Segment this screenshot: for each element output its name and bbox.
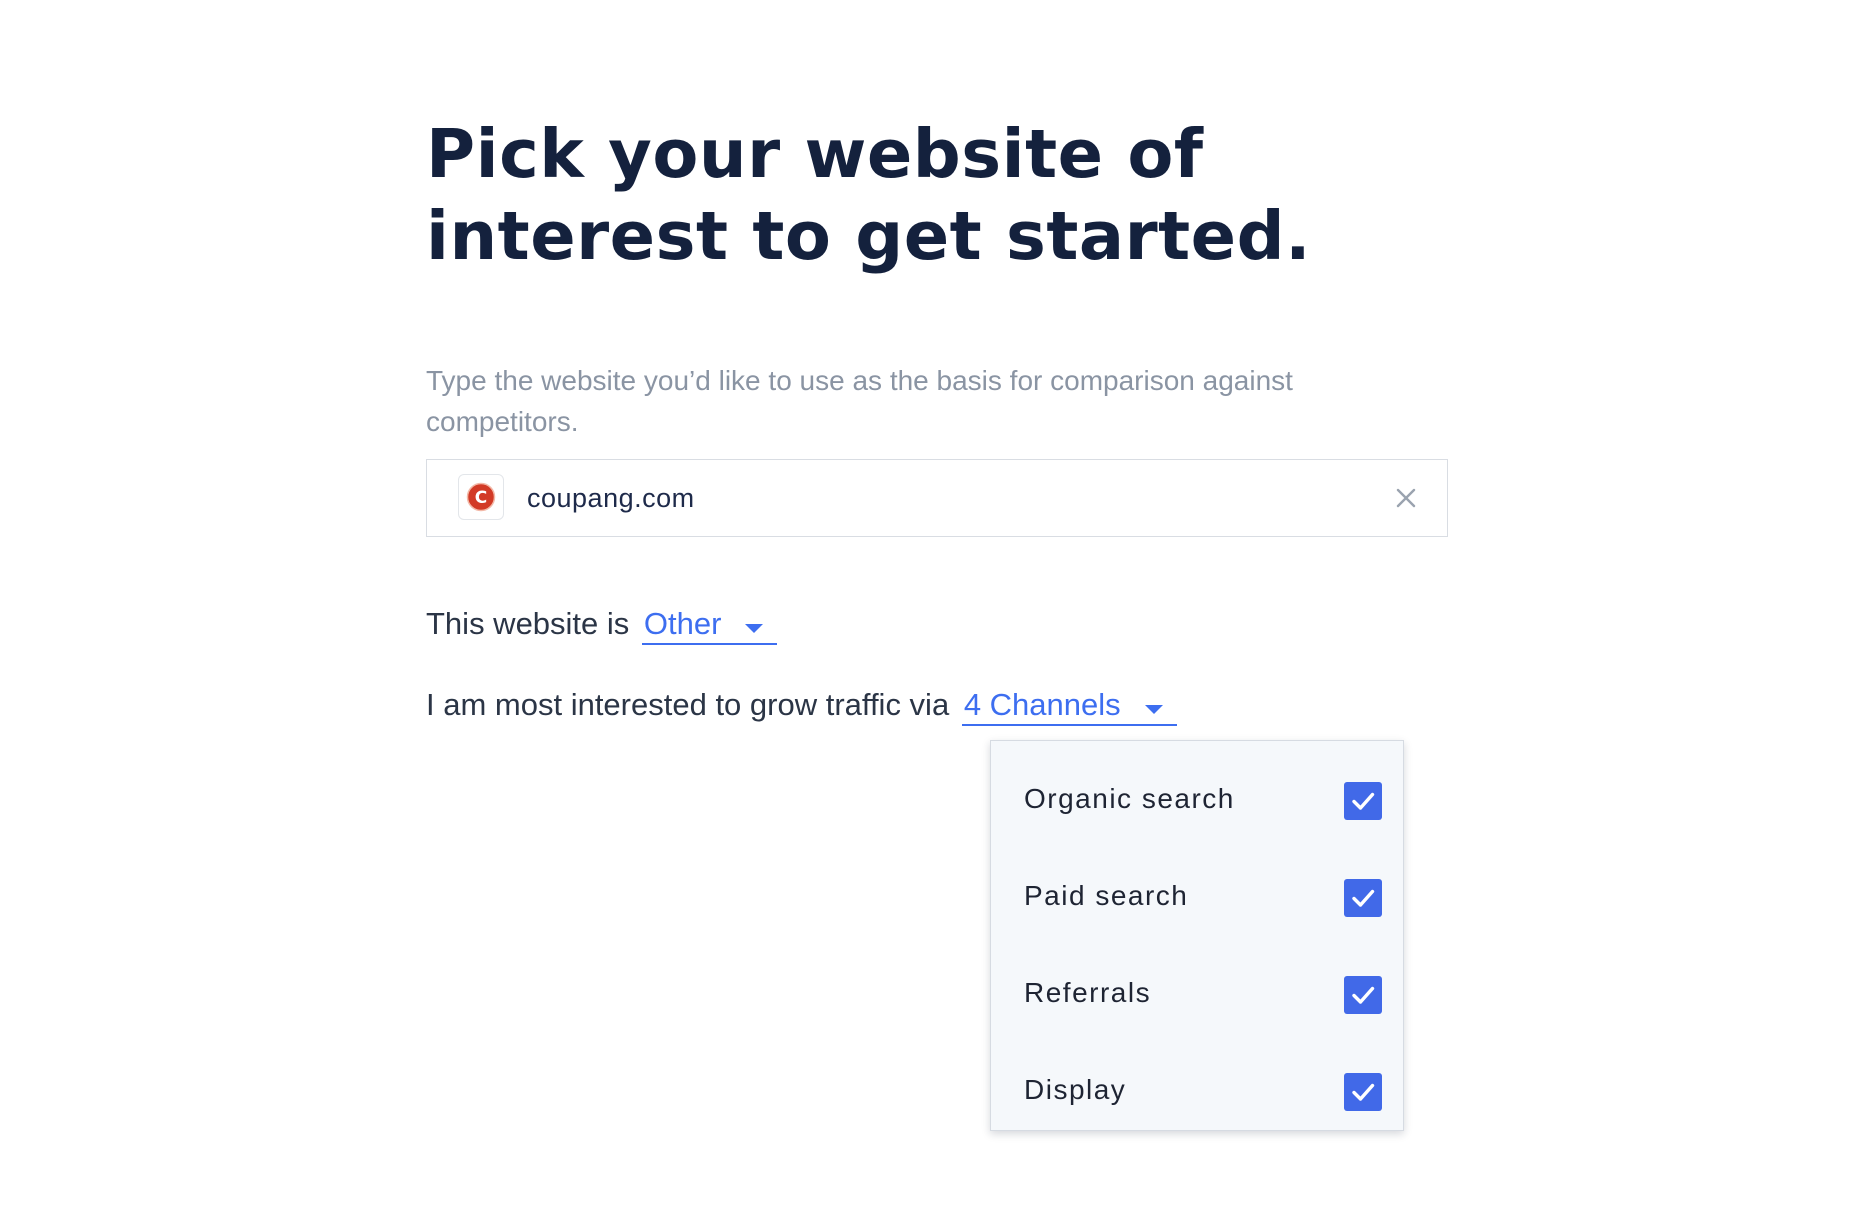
channel-option-label[interactable]: Paid search bbox=[1024, 878, 1188, 914]
channel-option-label[interactable]: Display bbox=[1024, 1072, 1126, 1108]
website-type-selected[interactable]: Other bbox=[644, 606, 722, 641]
channels-dropdown[interactable]: 4 Channels bbox=[961, 686, 1177, 726]
channel-option-label[interactable]: Organic search bbox=[1024, 781, 1235, 817]
instruction-text: Type the website you’d like to use as th… bbox=[426, 365, 1293, 437]
coupang-favicon-icon: C bbox=[458, 474, 504, 520]
channels-prefix: I am most interested to grow traffic via bbox=[426, 687, 950, 722]
referrals-checkbox[interactable] bbox=[1344, 976, 1382, 1014]
chevron-down-icon[interactable] bbox=[1144, 705, 1163, 714]
channel-option-label[interactable]: Referrals bbox=[1024, 975, 1151, 1011]
channel-option-referrals[interactable]: Referrals bbox=[991, 945, 1403, 1042]
website-type-prefix: This website is bbox=[426, 606, 630, 641]
page-title-line-2: interest to get started. bbox=[426, 197, 1312, 275]
close-icon[interactable] bbox=[1391, 483, 1421, 513]
channels-sentence: I am most interested to grow traffic via… bbox=[426, 685, 1177, 726]
checkmark-icon bbox=[1352, 889, 1375, 907]
checkmark-icon bbox=[1352, 1083, 1375, 1101]
website-type-sentence: This website is Other bbox=[426, 604, 778, 645]
website-input[interactable]: C coupang.com bbox=[426, 459, 1448, 537]
chevron-down-icon[interactable] bbox=[745, 624, 764, 633]
website-input-value[interactable]: coupang.com bbox=[527, 480, 695, 516]
checkmark-icon bbox=[1352, 792, 1375, 810]
page-title: Pick your website of interest to get sta… bbox=[426, 113, 1326, 277]
page-title-line-1: Pick your website of bbox=[426, 115, 1204, 193]
display-checkbox[interactable] bbox=[1344, 1073, 1382, 1111]
paid-search-checkbox[interactable] bbox=[1344, 879, 1382, 917]
favicon-letter: C bbox=[475, 488, 487, 508]
channels-selected[interactable]: 4 Channels bbox=[964, 687, 1121, 722]
channels-menu: Organic search Paid search Referrals Dis… bbox=[990, 740, 1404, 1131]
checkmark-icon bbox=[1352, 986, 1375, 1004]
clear-input-button[interactable] bbox=[1391, 483, 1421, 513]
channel-option-organic-search[interactable]: Organic search bbox=[991, 751, 1403, 848]
organic-search-checkbox[interactable] bbox=[1344, 782, 1382, 820]
channel-option-paid-search[interactable]: Paid search bbox=[991, 848, 1403, 945]
channel-option-display[interactable]: Display bbox=[991, 1042, 1403, 1139]
website-type-dropdown[interactable]: Other bbox=[641, 605, 778, 645]
